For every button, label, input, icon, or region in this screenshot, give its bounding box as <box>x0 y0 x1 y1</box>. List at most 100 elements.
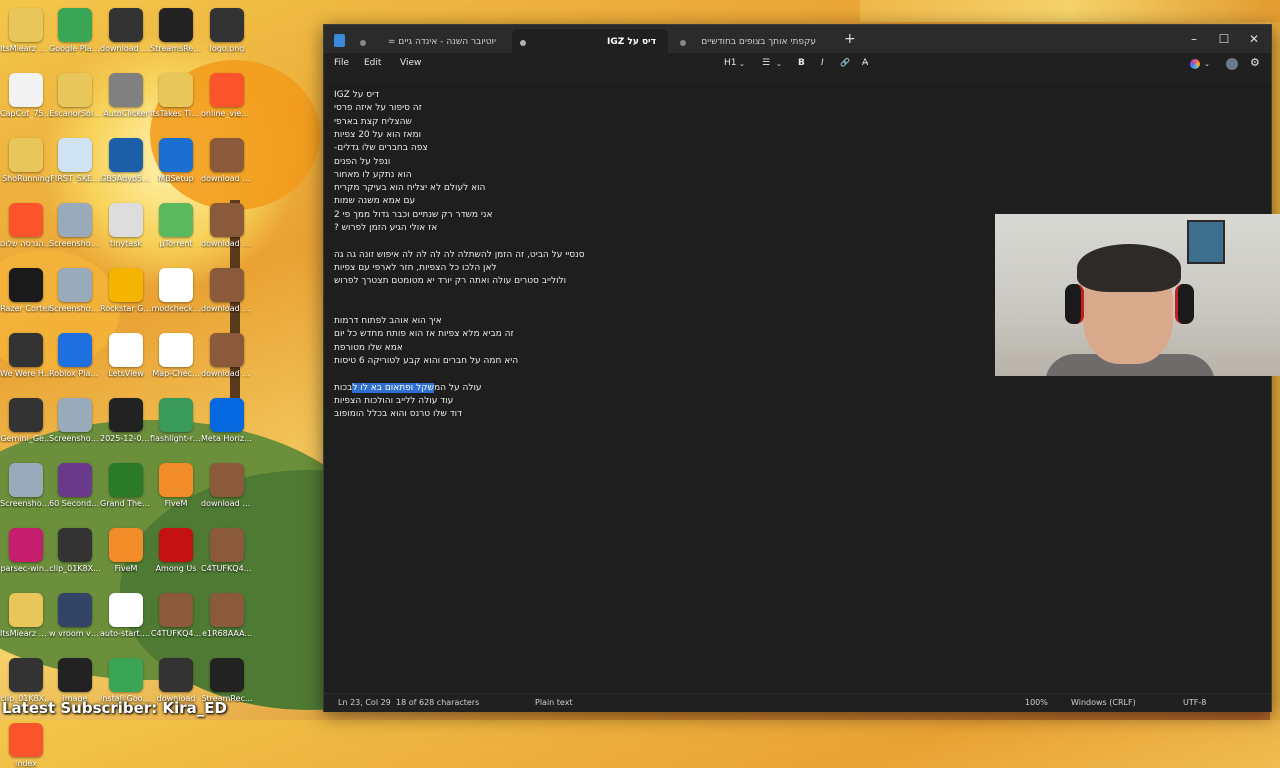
desktop-icon[interactable]: auto-start.txt <box>100 593 152 638</box>
desktop-icon[interactable]: StreamsRec... <box>150 8 202 53</box>
desktop-icon[interactable]: LetsView <box>100 333 152 378</box>
desktop-icon[interactable]: AutoClicker <box>100 73 152 118</box>
desktop-icon[interactable]: EscanorSol... <box>49 73 101 118</box>
desktop-icon[interactable]: flashlight-re... <box>150 398 202 443</box>
desktop-icon[interactable]: modcheck... <box>150 268 202 313</box>
desktop-icon[interactable]: FiveM <box>100 528 152 573</box>
desktop-icon[interactable]: עמ הגרסה שלום <box>0 203 52 248</box>
text-line[interactable]: לאן הלכו כל הצפיות, חזר לארפי עם צפיות <box>334 262 634 275</box>
chevron-down-icon[interactable]: ⌄ <box>739 60 745 68</box>
desktop-icon[interactable]: Among Us <box>150 528 202 573</box>
text-line[interactable]: הוא לעולם לא יצליח הוא בעיקר מקריח <box>334 182 634 195</box>
desktop-icon[interactable]: MBSetup <box>150 138 202 183</box>
desktop-icon[interactable]: Razer Cortex <box>0 268 52 313</box>
desktop-icon[interactable]: Install Goo... Play Games <box>100 658 152 703</box>
list-icon[interactable]: ☰ <box>762 58 770 68</box>
unsaved-dot-icon[interactable] <box>360 40 366 46</box>
desktop-icon[interactable]: download (2) <box>201 463 253 508</box>
desktop-icon[interactable]: Meta Horizon Link <box>201 398 253 443</box>
desktop-icon[interactable]: C4TUFKQ4... <box>150 593 202 638</box>
desktop-icon[interactable]: CapCut_755... <box>0 73 52 118</box>
italic-button[interactable]: I <box>821 58 824 68</box>
close-button[interactable]: ✕ <box>1239 27 1269 51</box>
copilot-icon[interactable] <box>1190 59 1200 69</box>
desktop-icon[interactable]: Gemini_Ge... <box>0 398 52 443</box>
desktop-icon[interactable]: logo.png <box>201 8 253 53</box>
menu-view[interactable]: View <box>400 58 421 68</box>
bold-button[interactable]: B <box>798 58 805 68</box>
heading-dropdown[interactable]: H1 <box>724 58 737 68</box>
desktop-icon[interactable]: download <box>150 658 202 703</box>
clear-formatting-icon[interactable]: A̶ <box>862 58 868 68</box>
avatar[interactable] <box>1226 58 1238 70</box>
desktop-icon[interactable]: clip_01K8X... <box>49 528 101 573</box>
desktop-icon[interactable]: FIRST_SKE... <box>49 138 101 183</box>
desktop-icon[interactable]: We Were Here Tog... <box>0 333 52 378</box>
desktop-icon[interactable]: ShoRunning <box>0 138 52 183</box>
text-line[interactable]: אני משדר רק שנתיים וכבר גדול ממך פי 2 <box>334 209 634 222</box>
desktop-icon[interactable]: Map-Chec... <box>150 333 202 378</box>
encoding[interactable]: UTF-8 <box>1183 698 1206 707</box>
text-line[interactable]: זה סיפור על איזה פרסי <box>334 102 634 115</box>
desktop-icon[interactable]: Google Play Games beta <box>49 8 101 53</box>
text-line[interactable]: אז אולי הגיע הזמן לפרוש ? <box>334 222 634 235</box>
text-line[interactable]: צפה בחברים שלו גדלים- <box>334 142 634 155</box>
text-line[interactable]: עולה על המשקל ופתאום בא לו לבכות <box>334 382 634 395</box>
text-line[interactable]: עוד עולה ללייב והולכות הצפיות <box>334 395 634 408</box>
desktop-icon[interactable]: online_view... <box>201 73 253 118</box>
desktop-icon[interactable]: ItsMiearz Gobblemo... <box>0 593 52 638</box>
desktop-icon[interactable]: ItsMiearz Gobblemo... <box>0 8 52 53</box>
desktop-icon[interactable]: download (4) (1) <box>201 333 253 378</box>
chevron-down-icon[interactable]: ⌄ <box>1204 60 1210 68</box>
desktop-icon[interactable]: parsec-win... <box>0 528 52 573</box>
text-line[interactable]: היא חמה על חברים והוא קבע לטוריקה 6 טיסו… <box>334 355 634 368</box>
desktop-icon[interactable]: tinytask <box>100 203 152 248</box>
desktop-icon[interactable]: C4TUFKQ4... (1) <box>201 528 253 573</box>
desktop-icon[interactable]: Screenshot 2025-10-... <box>49 203 101 248</box>
link-icon[interactable]: 🔗 <box>840 58 850 67</box>
desktop-icon[interactable]: download (1) (1) <box>100 8 152 53</box>
desktop-icon[interactable]: download (3) (1) <box>201 203 253 248</box>
desktop-icon[interactable]: ItsTakes Tiw... <box>150 73 202 118</box>
menu-file[interactable]: File <box>334 58 349 68</box>
desktop-icon[interactable]: 60 Seconds! Reatomized <box>49 463 101 508</box>
desktop-icon[interactable]: image <box>49 658 101 703</box>
new-tab-button[interactable]: + <box>844 31 856 47</box>
desktop-icon[interactable]: GB5Adyp5z... <box>100 138 152 183</box>
desktop-icon[interactable]: download (3) <box>201 138 253 183</box>
desktop-icon[interactable]: Rockstar Games... <box>100 268 152 313</box>
desktop-icon[interactable]: Screenshot 2025-10-... <box>49 268 101 313</box>
desktop-icon[interactable]: Grand Theft Auto V <box>100 463 152 508</box>
text-line[interactable]: שהצליח קצת בארפי <box>334 116 634 129</box>
desktop-icon[interactable]: μTorrent <box>150 203 202 248</box>
text-line[interactable]: הוא נתקע לו מאחור <box>334 169 634 182</box>
text-editor[interactable]: דיס על IGZ זה סיפור על איזה פרסי שהצליח קצ… <box>324 83 1271 693</box>
unsaved-dot-icon[interactable] <box>520 40 526 46</box>
desktop-icon[interactable]: StreamRec... <box>201 658 253 703</box>
text-line[interactable]: זה מביא מלא צפיות אז הוא פותח מחדש כל יו… <box>334 328 634 341</box>
desktop-icon[interactable]: clip_01K8X... <box>0 658 52 703</box>
maximize-button[interactable]: ☐ <box>1209 27 1239 51</box>
text-line[interactable]: ולולייב סטרים עולה ואתה רק יורד יא מטומט… <box>334 275 634 288</box>
desktop-icon[interactable]: download (4) <box>201 268 253 313</box>
text-line[interactable]: דוד שלו טרנס והוא בכלל הומופוב <box>334 408 634 421</box>
text-line[interactable]: אמא שלו מטורפת <box>334 342 634 355</box>
line-endings[interactable]: Windows (CRLF) <box>1071 698 1136 707</box>
zoom-level[interactable]: 100% <box>1025 698 1048 707</box>
desktop-icon[interactable]: FiveM <box>150 463 202 508</box>
desktop-icon[interactable]: 2025-12-08 17-25-42... <box>100 398 152 443</box>
text-line[interactable]: ונפל על הפנים <box>334 156 634 169</box>
chevron-down-icon[interactable]: ⌄ <box>776 60 782 68</box>
desktop-icon[interactable]: Screenshot 2024-12-... <box>49 398 101 443</box>
desktop-icon[interactable]: index <box>0 723 52 768</box>
gear-icon[interactable]: ⚙ <box>1250 56 1260 69</box>
minimize-button[interactable]: – <box>1179 27 1209 51</box>
desktop-icon[interactable]: w vroom vroom <box>49 593 101 638</box>
file-format[interactable]: Plain text <box>535 698 573 707</box>
desktop-icon[interactable]: Roblox Player <box>49 333 101 378</box>
menu-edit[interactable]: Edit <box>364 58 381 68</box>
desktop-icon[interactable]: Screenshot 2025-12-... <box>0 463 52 508</box>
desktop-icon[interactable]: e1R68AAA... <box>201 593 253 638</box>
text-line[interactable]: סנסיי על הביט, זה הזמן להשתלה לה לה לה ל… <box>334 249 634 262</box>
text-line[interactable]: דיס על IGZ <box>334 89 634 102</box>
